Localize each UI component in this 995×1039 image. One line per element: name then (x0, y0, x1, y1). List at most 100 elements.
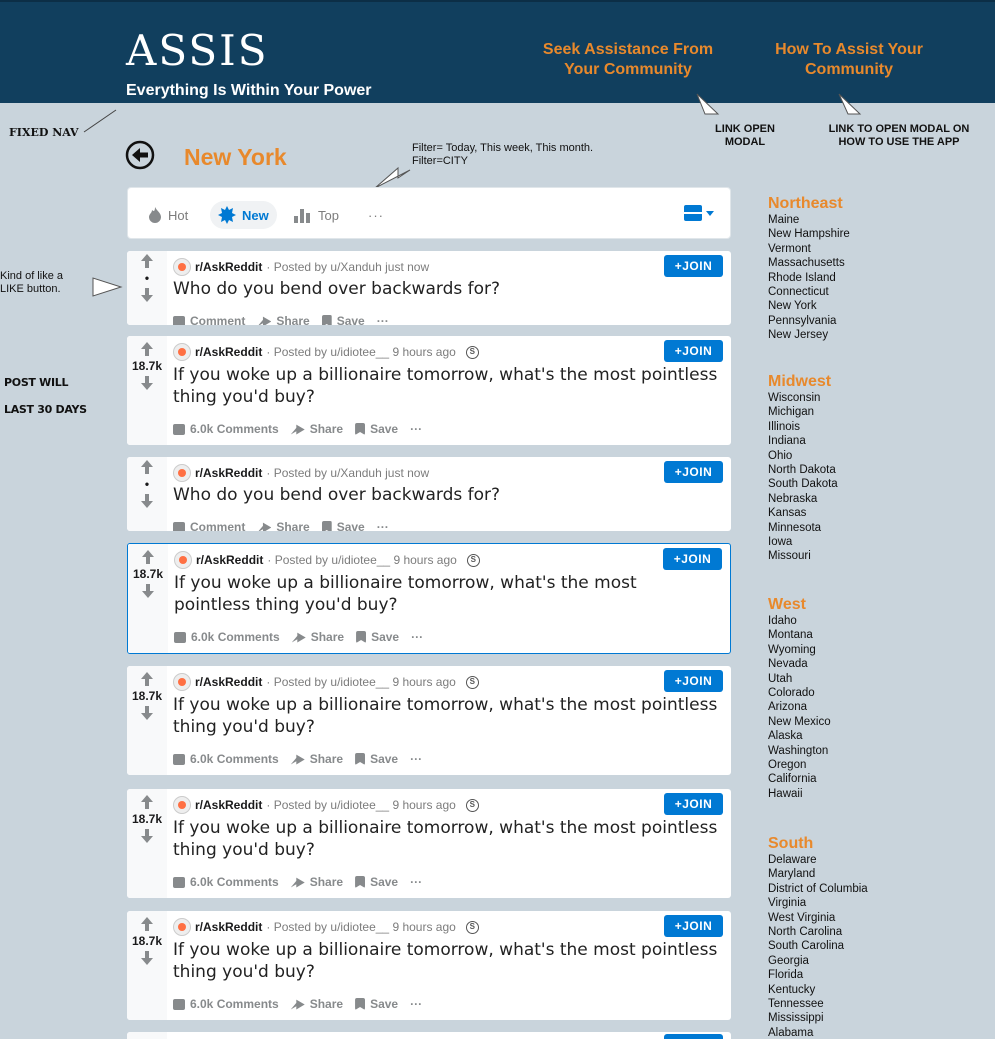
post-title[interactable]: If you woke up a billionaire tomorrow, w… (173, 939, 719, 983)
state-link[interactable]: Oregon (768, 758, 831, 772)
join-button[interactable]: +JOIN (664, 670, 723, 692)
upvote-arrow-icon[interactable] (141, 795, 153, 809)
upvote-arrow-icon[interactable] (141, 917, 153, 931)
state-link[interactable]: Wisconsin (768, 391, 838, 405)
state-link[interactable]: Nebraska (768, 492, 838, 506)
post-card[interactable]: • r/AskReddit · Posted by u/Xanduh just … (127, 457, 731, 531)
region-heading[interactable]: Midwest (768, 373, 838, 391)
subreddit-link[interactable]: r/AskReddit (195, 260, 262, 274)
region-heading[interactable]: South (768, 835, 868, 853)
share-button[interactable]: Share (257, 520, 310, 531)
downvote-arrow-icon[interactable] (141, 376, 153, 390)
share-button[interactable]: Share (290, 997, 343, 1011)
state-link[interactable]: Idaho (768, 614, 831, 628)
state-link[interactable]: Colorado (768, 686, 831, 700)
state-link[interactable]: New Hampshire (768, 227, 850, 241)
sort-more-button[interactable]: ··· (360, 201, 392, 229)
comments-button[interactable]: 6.0k Comments (173, 422, 279, 436)
downvote-arrow-icon[interactable] (141, 706, 153, 720)
more-options-button[interactable]: ··· (410, 422, 422, 436)
share-button[interactable]: Share (290, 422, 343, 436)
post-title[interactable]: Who do you bend over backwards for? (173, 484, 719, 506)
state-link[interactable]: Hawaii (768, 787, 831, 801)
comments-button[interactable]: Comment (173, 314, 245, 325)
post-title[interactable]: If you woke up a billionaire tomorrow, w… (173, 694, 719, 738)
state-link[interactable]: North Dakota (768, 463, 838, 477)
upvote-arrow-icon[interactable] (141, 342, 153, 356)
sort-top-tab[interactable]: Top (286, 201, 347, 229)
post-title[interactable]: If you woke up a billionaire tomorrow, w… (174, 572, 718, 616)
state-link[interactable]: Minnesota (768, 521, 838, 535)
state-link[interactable]: South Dakota (768, 477, 838, 491)
state-link[interactable]: Pennsylvania (768, 314, 850, 328)
post-title[interactable]: Who do you bend over backwards for? (173, 278, 719, 300)
post-card[interactable]: 18.7k r/AskReddit · Posted by u/idiotee_… (127, 789, 731, 898)
more-options-button[interactable]: ··· (410, 752, 422, 766)
state-link[interactable]: Maryland (768, 867, 868, 881)
state-link[interactable]: Washington (768, 744, 831, 758)
state-link[interactable]: Georgia (768, 954, 868, 968)
state-link[interactable]: Indiana (768, 434, 838, 448)
state-link[interactable]: Vermont (768, 242, 850, 256)
subreddit-link[interactable]: r/AskReddit (195, 345, 262, 359)
subreddit-avatar-icon[interactable] (173, 464, 191, 482)
post-card-partial[interactable] (127, 1032, 731, 1039)
post-card[interactable]: 18.7k r/AskReddit · Posted by u/idiotee_… (127, 666, 731, 775)
subreddit-avatar-icon[interactable] (173, 673, 191, 691)
downvote-arrow-icon[interactable] (141, 494, 153, 508)
downvote-arrow-icon[interactable] (141, 288, 153, 302)
state-link[interactable]: Kentucky (768, 983, 868, 997)
state-link[interactable]: Wyoming (768, 643, 831, 657)
comments-button[interactable]: Comment (173, 520, 245, 531)
comments-button[interactable]: 6.0k Comments (173, 752, 279, 766)
state-link[interactable]: West Virginia (768, 911, 868, 925)
downvote-arrow-icon[interactable] (141, 951, 153, 965)
comments-button[interactable]: 6.0k Comments (174, 630, 280, 644)
post-title[interactable]: If you woke up a billionaire tomorrow, w… (173, 817, 719, 861)
state-link[interactable]: Illinois (768, 420, 838, 434)
subreddit-avatar-icon[interactable] (173, 343, 191, 361)
upvote-arrow-icon[interactable] (142, 550, 154, 564)
subreddit-avatar-icon[interactable] (174, 551, 192, 569)
state-link[interactable]: Alabama (768, 1026, 868, 1039)
join-button[interactable]: +JOIN (663, 548, 722, 570)
upvote-arrow-icon[interactable] (141, 254, 153, 268)
state-link[interactable]: Alaska (768, 729, 831, 743)
share-button[interactable]: Share (291, 630, 344, 644)
subreddit-link[interactable]: r/AskReddit (195, 920, 262, 934)
save-button[interactable]: Save (355, 875, 398, 889)
subreddit-avatar-icon[interactable] (173, 258, 191, 276)
join-button[interactable]: +JOIN (664, 793, 723, 815)
post-card[interactable]: 18.7k r/AskReddit · Posted by u/idiotee_… (127, 336, 731, 445)
state-link[interactable]: Montana (768, 628, 831, 642)
share-button[interactable]: Share (290, 752, 343, 766)
comments-button[interactable]: 6.0k Comments (173, 997, 279, 1011)
downvote-arrow-icon[interactable] (141, 829, 153, 843)
state-link[interactable]: Arizona (768, 700, 831, 714)
state-link[interactable]: Ohio (768, 449, 838, 463)
share-button[interactable]: Share (290, 875, 343, 889)
downvote-arrow-icon[interactable] (142, 584, 154, 598)
subreddit-avatar-icon[interactable] (173, 918, 191, 936)
more-options-button[interactable]: ··· (410, 875, 422, 889)
post-card[interactable]: 18.7k r/AskReddit · Posted by u/idiotee_… (127, 543, 731, 654)
join-button[interactable] (664, 1034, 723, 1039)
state-link[interactable]: California (768, 772, 831, 786)
save-button[interactable]: Save (356, 630, 399, 644)
subreddit-link[interactable]: r/AskReddit (196, 553, 263, 567)
state-link[interactable]: New York (768, 299, 850, 313)
subreddit-link[interactable]: r/AskReddit (195, 798, 262, 812)
state-link[interactable]: Kansas (768, 506, 838, 520)
state-link[interactable]: Tennessee (768, 997, 868, 1011)
post-title[interactable]: If you woke up a billionaire tomorrow, w… (173, 364, 719, 408)
state-link[interactable]: New Jersey (768, 328, 850, 342)
more-options-button[interactable]: ··· (411, 630, 423, 644)
subreddit-link[interactable]: r/AskReddit (195, 466, 262, 480)
view-toggle-button[interactable] (684, 205, 714, 221)
state-link[interactable]: Mississippi (768, 1011, 868, 1025)
more-options-button[interactable]: ··· (377, 314, 389, 325)
more-options-button[interactable]: ··· (377, 520, 389, 531)
state-link[interactable]: District of Columbia (768, 882, 868, 896)
post-card[interactable]: • r/AskReddit · Posted by u/Xanduh just … (127, 251, 731, 325)
upvote-arrow-icon[interactable] (141, 672, 153, 686)
